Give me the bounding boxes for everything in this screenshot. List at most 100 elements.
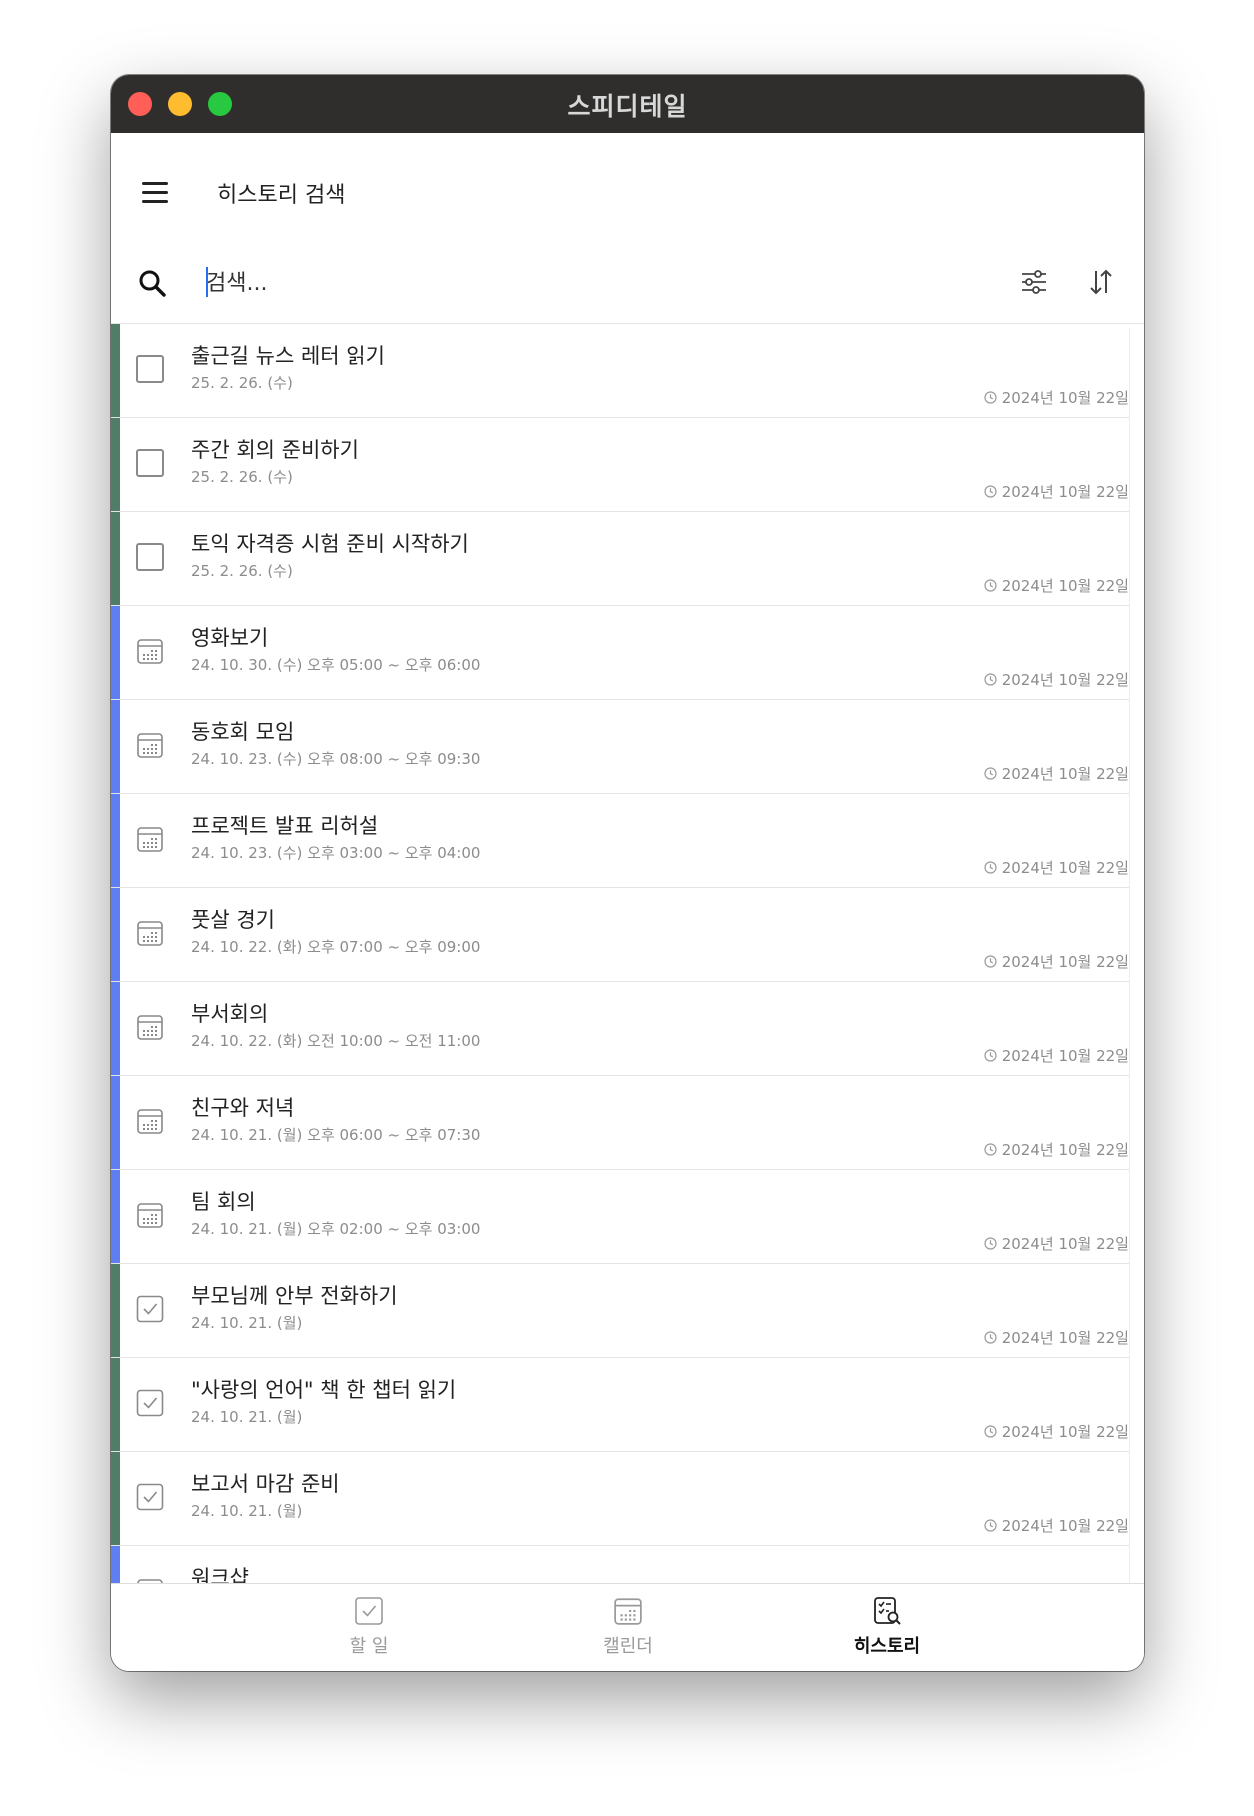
history-list-item[interactable]: 프로젝트 발표 리허설 24. 10. 23. (수) 오후 03:00 ~ 오후… [111,794,1129,888]
clock-icon [984,1331,997,1344]
item-timestamp: 2024년 10월 22일 [984,1045,1129,1066]
tab-label: 히스토리 [853,1636,921,1657]
item-date: 24. 10. 21. (월) [191,1502,303,1520]
event-icon-wrap [136,731,164,759]
checkbox-icon[interactable] [136,355,164,383]
todo-tab-icon [355,1597,383,1625]
checked-checkbox-icon[interactable] [136,1389,164,1417]
clock-icon [984,485,997,498]
item-title: 토익 자격증 시험 준비 시작하기 [191,532,469,556]
history-list-item[interactable]: 부서회의 24. 10. 22. (화) 오전 10:00 ~ 오전 11:00 2… [111,982,1129,1076]
tab-todo[interactable]: 할 일 [269,1596,469,1658]
checked-checkbox-icon[interactable] [136,1295,164,1323]
text-cursor [206,267,208,297]
item-title: 주간 회의 준비하기 [191,438,359,462]
tab-calendar[interactable]: 캘린더 [528,1596,728,1658]
timestamp-text: 2024년 10월 22일 [1001,483,1129,501]
todo-color-bar [111,512,120,605]
search-input[interactable] [206,265,766,301]
todo-color-bar [111,1358,120,1451]
item-title: 동호회 모임 [191,720,295,744]
page-header: 히스토리 검색 [111,133,1144,243]
clock-icon [984,579,997,592]
calendar-icon [137,1109,163,1134]
item-date: 25. 2. 26. (수) [191,374,293,392]
hamburger-menu-icon[interactable] [142,182,168,204]
todo-checkbox[interactable] [136,355,164,383]
event-color-bar [111,1170,120,1263]
filter-sliders-icon[interactable] [1021,270,1047,294]
history-list-item[interactable]: 부모님께 안부 전화하기 24. 10. 21. (월) 2024년 10월 22일 [111,1264,1129,1358]
todo-checkbox[interactable] [136,449,164,477]
calendar-icon [137,733,163,758]
timestamp-text: 2024년 10월 22일 [1001,1235,1129,1253]
history-list[interactable]: 출근길 뉴스 레터 읽기 25. 2. 26. (수) 2024년 10월 22일 주… [111,323,1144,1614]
clock-icon [984,861,997,874]
history-list-item[interactable]: 동호회 모임 24. 10. 23. (수) 오후 08:00 ~ 오후 09:3… [111,700,1129,794]
event-icon-wrap [136,1201,164,1229]
item-title: 프로젝트 발표 리허설 [191,814,379,838]
item-title: 풋살 경기 [191,908,275,932]
search-icon[interactable] [138,269,166,297]
history-list-item[interactable]: 풋살 경기 24. 10. 22. (화) 오후 07:00 ~ 오후 09:00… [111,888,1129,982]
timestamp-text: 2024년 10월 22일 [1001,671,1129,689]
history-list-item[interactable]: 팀 회의 24. 10. 21. (월) 오후 02:00 ~ 오후 03:00 2… [111,1170,1129,1264]
calendar-icon [137,921,163,946]
calendar-icon [137,1203,163,1228]
todo-checkbox[interactable] [136,1389,164,1417]
event-icon-wrap [136,637,164,665]
item-title: 출근길 뉴스 레터 읽기 [191,344,385,368]
history-list-item[interactable]: 친구와 저녁 24. 10. 21. (월) 오후 06:00 ~ 오후 07:3… [111,1076,1129,1170]
timestamp-text: 2024년 10월 22일 [1001,1423,1129,1441]
clock-icon [984,1143,997,1156]
timestamp-text: 2024년 10월 22일 [1001,1047,1129,1065]
history-list-item[interactable]: 출근길 뉴스 레터 읽기 25. 2. 26. (수) 2024년 10월 22일 [111,324,1129,418]
item-timestamp: 2024년 10월 22일 [984,1421,1129,1442]
sort-icon[interactable] [1088,268,1114,296]
timestamp-text: 2024년 10월 22일 [1001,1329,1129,1347]
clock-icon [984,1519,997,1532]
checkbox-icon[interactable] [136,449,164,477]
event-icon-wrap [136,919,164,947]
item-timestamp: 2024년 10월 22일 [984,1233,1129,1254]
history-list-item[interactable]: 보고서 마감 준비 24. 10. 21. (월) 2024년 10월 22일 [111,1452,1129,1546]
item-date: 24. 10. 21. (월) [191,1314,303,1332]
item-timestamp: 2024년 10월 22일 [984,387,1129,408]
history-tab-icon [874,1597,901,1625]
todo-checkbox[interactable] [136,1295,164,1323]
todo-color-bar [111,1264,120,1357]
history-list-item[interactable]: "사랑의 언어" 책 한 챕터 읽기 24. 10. 21. (월) 2024년 1… [111,1358,1129,1452]
todo-color-bar [111,418,120,511]
todo-checkbox[interactable] [136,1483,164,1511]
timestamp-text: 2024년 10월 22일 [1001,389,1129,407]
event-icon-wrap [136,1013,164,1041]
timestamp-text: 2024년 10월 22일 [1001,859,1129,877]
history-list-item[interactable]: 영화보기 24. 10. 30. (수) 오후 05:00 ~ 오후 06:00 2… [111,606,1129,700]
app-window: 스피디테일 히스토리 검색 출근길 뉴스 레터 읽기2 [111,75,1144,1671]
timestamp-text: 2024년 10월 22일 [1001,1517,1129,1535]
item-date: 24. 10. 23. (수) 오후 03:00 ~ 오후 04:00 [191,844,481,862]
tab-history[interactable]: 히스토리 [787,1596,987,1658]
scrollbar-track[interactable] [1129,328,1142,1608]
item-date: 24. 10. 22. (화) 오전 10:00 ~ 오전 11:00 [191,1032,481,1050]
checkbox-icon[interactable] [136,543,164,571]
todo-checkbox[interactable] [136,543,164,571]
item-title: 영화보기 [191,626,269,650]
event-icon-wrap [136,825,164,853]
item-timestamp: 2024년 10월 22일 [984,1139,1129,1160]
clock-icon [984,1425,997,1438]
event-color-bar [111,1076,120,1169]
calendar-icon [137,639,163,664]
window-title: 스피디테일 [567,92,688,121]
timestamp-text: 2024년 10월 22일 [1001,765,1129,783]
item-date: 24. 10. 21. (월) 오후 02:00 ~ 오후 03:00 [191,1220,481,1238]
event-color-bar [111,700,120,793]
checked-checkbox-icon[interactable] [136,1483,164,1511]
item-date: 25. 2. 26. (수) [191,562,293,580]
item-timestamp: 2024년 10월 22일 [984,1515,1129,1536]
item-title: 친구와 저녁 [191,1096,295,1120]
history-list-item[interactable]: 토익 자격증 시험 준비 시작하기 25. 2. 26. (수) 2024년 10월… [111,512,1129,606]
history-list-item[interactable]: 주간 회의 준비하기 25. 2. 26. (수) 2024년 10월 22일 [111,418,1129,512]
item-timestamp: 2024년 10월 22일 [984,763,1129,784]
item-title: "사랑의 언어" 책 한 챕터 읽기 [191,1378,457,1402]
